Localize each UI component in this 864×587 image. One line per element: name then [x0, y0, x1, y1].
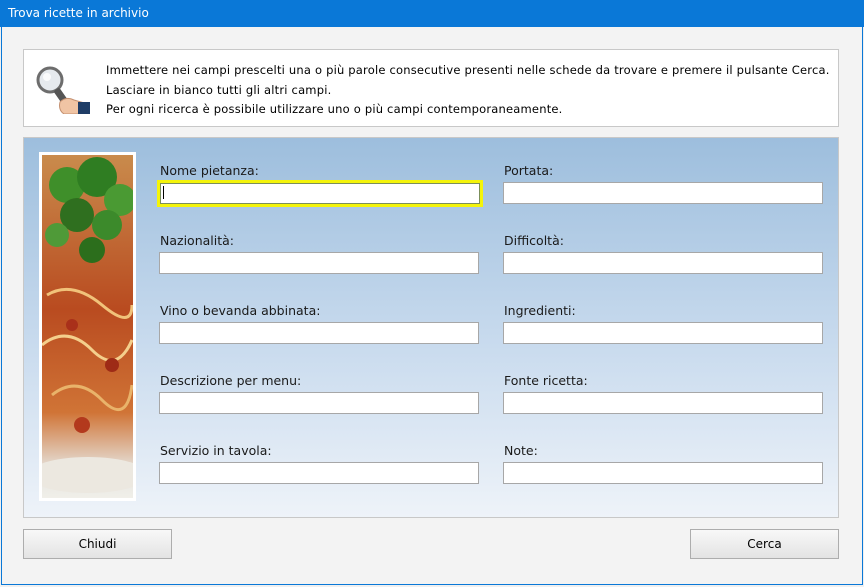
servizio-tavola-label: Servizio in tavola:: [160, 443, 272, 458]
note-label: Note:: [504, 443, 538, 458]
vino-bevanda-label: Vino o bevanda abbinata:: [160, 303, 321, 318]
difficolta-label: Difficoltà:: [504, 233, 564, 248]
nome-pietanza-label: Nome pietanza:: [160, 163, 259, 178]
portata-label: Portata:: [504, 163, 554, 178]
descrizione-menu-label: Descrizione per menu:: [160, 373, 302, 388]
pasta-illustration: [42, 157, 133, 493]
portata-field[interactable]: [503, 182, 823, 204]
info-line-2: Lasciare in bianco tutti gli altri campi…: [106, 83, 332, 97]
fonte-ricetta-label: Fonte ricetta:: [504, 373, 588, 388]
cerca-button[interactable]: Cerca: [690, 529, 839, 559]
nazionalita-field[interactable]: [159, 252, 479, 274]
food-image: [39, 152, 136, 501]
info-line-1: Immettere nei campi prescelti una o più …: [106, 63, 830, 77]
nome-pietanza-field[interactable]: [157, 180, 483, 207]
ingredienti-label: Ingredienti:: [504, 303, 576, 318]
text-caret: [163, 186, 164, 199]
ingredienti-field[interactable]: [503, 322, 823, 344]
fonte-ricetta-field[interactable]: [503, 392, 823, 414]
window-title: Trova ricette in archivio: [8, 6, 149, 20]
difficolta-field[interactable]: [503, 252, 823, 274]
vino-bevanda-field[interactable]: [159, 322, 479, 344]
descrizione-menu-field[interactable]: [159, 392, 479, 414]
note-field[interactable]: [503, 462, 823, 484]
title-bar: Trova ricette in archivio: [0, 0, 864, 27]
info-line-3: Per ogni ricerca è possibile utilizzare …: [106, 102, 563, 116]
chiudi-button[interactable]: Chiudi: [23, 529, 172, 559]
info-panel: Immettere nei campi prescelti una o più …: [23, 49, 839, 127]
nazionalita-label: Nazionalità:: [160, 233, 234, 248]
magnifier-hand-icon: [36, 66, 90, 114]
servizio-tavola-field[interactable]: [159, 462, 479, 484]
